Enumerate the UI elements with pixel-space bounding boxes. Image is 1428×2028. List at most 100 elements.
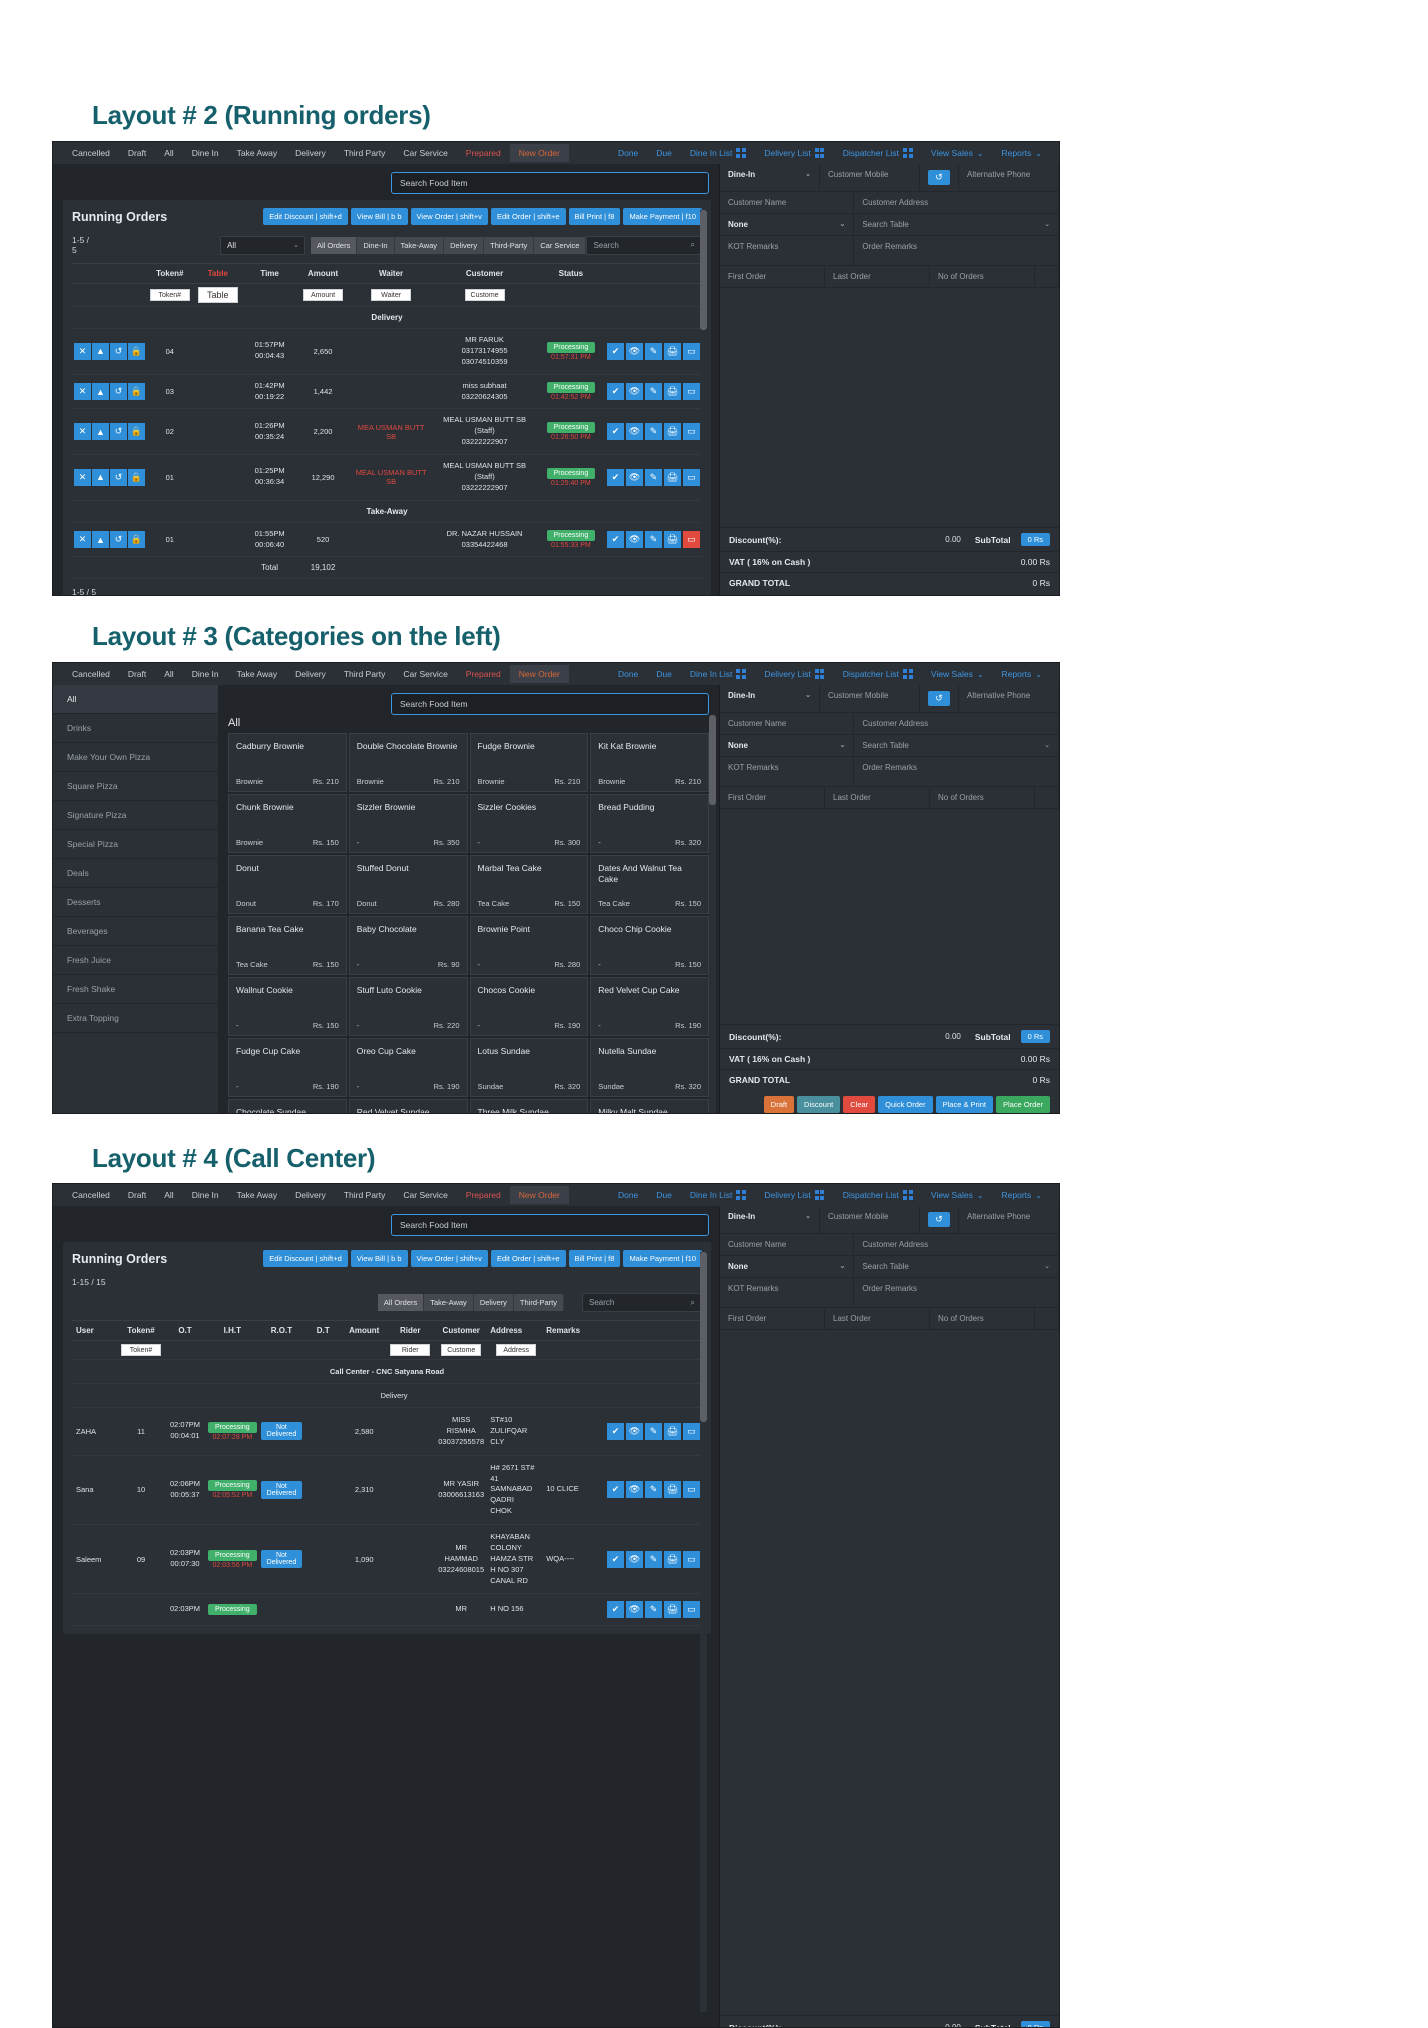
print-icon[interactable]: 🖨 (664, 468, 681, 486)
menu-item[interactable]: Oreo Cup Cake - Rs. 190 (348, 1038, 468, 1097)
table-row[interactable]: ✕ ▲ ↺ 🔒 03 01:42PM 00:19:22 1,442 miss s… (72, 374, 702, 410)
nav-delivery[interactable]: Delivery (286, 144, 335, 162)
check-icon[interactable]: ✔ (607, 1601, 624, 1619)
nav-all[interactable]: All (155, 665, 182, 683)
nav-third-party[interactable]: Third Party (335, 1186, 395, 1204)
nav-view-sales[interactable]: View Sales ⌄ (922, 665, 993, 683)
alternative-phone-field[interactable]: Alternative Phone (959, 685, 1059, 712)
col-ot[interactable]: O.T (164, 1320, 206, 1341)
customer-address-field[interactable]: Customer Address (854, 1234, 1059, 1255)
print-icon[interactable]: 🖨 (664, 342, 681, 360)
nav-dispatcher-list[interactable]: Dispatcher List (834, 665, 922, 683)
menu-item[interactable]: Banana Tea Cake Tea Cake Rs. 150 (228, 916, 347, 975)
order-remarks-field[interactable]: Order Remarks (854, 1278, 1059, 1307)
sidebar-item-signature-pizza[interactable]: Signature Pizza (53, 801, 218, 830)
menu-item[interactable]: Sizzler Cookies - Rs. 300 (469, 794, 589, 853)
sidebar-item-make-your-own-pizza[interactable]: Make Your Own Pizza (53, 743, 218, 772)
nav-take-away[interactable]: Take Away (228, 1186, 286, 1204)
edit-order-button[interactable]: Edit Order | shift+e (490, 1250, 566, 1267)
kot-remarks-field[interactable]: KOT Remarks (720, 1278, 855, 1307)
nav-cancelled[interactable]: Cancelled (63, 1186, 119, 1204)
place-order-button[interactable]: Place Order (995, 1096, 1050, 1113)
nav-all[interactable]: All (155, 1186, 182, 1204)
sidebar-item-fresh-juice[interactable]: Fresh Juice (53, 946, 218, 975)
eye-icon[interactable]: 👁 (626, 383, 643, 400)
nav-third-party[interactable]: Third Party (335, 665, 395, 683)
segment-third-party[interactable]: Third-Party (484, 236, 535, 254)
col-waiter[interactable]: Waiter (349, 263, 433, 284)
none-dropdown[interactable]: None ⌄ (720, 214, 855, 235)
search-table-field[interactable]: Search Table ⌄ (854, 214, 1059, 235)
undo-icon[interactable]: ↺ (110, 468, 127, 486)
up-arrow-icon[interactable]: ▲ (92, 531, 109, 548)
nav-view-sales[interactable]: View Sales ⌄ (922, 1186, 993, 1204)
print-icon[interactable]: 🖨 (664, 1550, 681, 1568)
menu-item[interactable]: Red Velvet Sundae (348, 1099, 468, 1113)
print-icon[interactable]: 🖨 (664, 1481, 681, 1499)
search-food-input[interactable]: Search Food Item (391, 1214, 709, 1236)
edit-order-button[interactable]: Edit Order | shift+e (490, 208, 566, 225)
menu-item[interactable]: Cadburry Brownie Brownie Rs. 210 (228, 733, 347, 792)
check-icon[interactable]: ✔ (607, 383, 624, 400)
cash-icon[interactable]: ▭ (683, 1550, 700, 1568)
check-icon[interactable]: ✔ (607, 1481, 624, 1499)
menu-item[interactable]: Marbal Tea Cake Tea Cake Rs. 150 (469, 855, 589, 914)
vertical-scrollbar[interactable] (700, 210, 707, 540)
segment-car-service[interactable]: Car Service (534, 236, 587, 254)
lock-icon[interactable]: 🔒 (128, 423, 145, 441)
nav-prepared[interactable]: Prepared (457, 665, 510, 683)
col-address[interactable]: Address (488, 1320, 545, 1341)
menu-item[interactable]: Stuffed Donut Donut Rs. 280 (348, 855, 468, 914)
discount-button[interactable]: Discount (797, 1096, 841, 1113)
search-table-field[interactable]: Search Table ⌄ (854, 735, 1059, 756)
pencil-icon[interactable]: ✎ (645, 1601, 662, 1619)
menu-item[interactable]: Choco Chip Cookie - Rs. 150 (590, 916, 709, 975)
col-amount[interactable]: Amount (296, 263, 350, 284)
customer-address-field[interactable]: Customer Address (854, 713, 1059, 734)
kot-remarks-field[interactable]: KOT Remarks (720, 757, 855, 786)
cash-icon[interactable]: ▭ (683, 468, 700, 486)
undo-icon[interactable]: ↺ (110, 383, 127, 400)
col-user[interactable]: User (72, 1320, 118, 1341)
orders-search-input[interactable]: Search ⌕ (582, 1293, 702, 1312)
menu-item[interactable]: Stuff Luto Cookie - Rs. 220 (348, 977, 468, 1036)
view-bill-button[interactable]: View Bill | b b (350, 1250, 408, 1267)
nav-new-order[interactable]: New Order (509, 144, 569, 162)
nav-reports[interactable]: Reports ⌄ (993, 665, 1051, 683)
nav-delivery[interactable]: Delivery (286, 1186, 335, 1204)
lock-icon[interactable]: 🔒 (128, 468, 145, 486)
nav-view-sales[interactable]: View Sales ⌄ (922, 144, 993, 162)
print-icon[interactable]: 🖨 (664, 531, 681, 548)
segment-third-party[interactable]: Third-Party (513, 1294, 564, 1311)
menu-item[interactable]: Wallnut Cookie - Rs. 150 (228, 977, 347, 1036)
print-icon[interactable]: 🖨 (664, 423, 681, 441)
pencil-icon[interactable]: ✎ (645, 468, 662, 486)
nav-due[interactable]: Due (647, 144, 681, 162)
nav-car-service[interactable]: Car Service (394, 665, 456, 683)
nav-due[interactable]: Due (647, 665, 681, 683)
table-row[interactable]: ✕ ▲ ↺ 🔒 02 01:26PM 00:35:24 2,200 MEA US… (72, 408, 702, 455)
customer-name-field[interactable]: Customer Name (720, 713, 855, 734)
edit-discount-button[interactable]: Edit Discount | shift+d (263, 1250, 348, 1267)
eye-icon[interactable]: 👁 (626, 1422, 643, 1440)
lock-icon[interactable]: 🔒 (128, 383, 145, 400)
nav-cancelled[interactable]: Cancelled (63, 665, 119, 683)
view-order-button[interactable]: View Order | shift+v (410, 208, 488, 225)
undo-icon[interactable]: ↺ (110, 423, 127, 441)
make-payment-button[interactable]: Make Payment | f10 (623, 1250, 702, 1267)
close-icon[interactable]: ✕ (74, 383, 91, 400)
check-icon[interactable]: ✔ (607, 468, 624, 486)
customer-mobile-field[interactable]: Customer Mobile (820, 164, 920, 191)
eye-icon[interactable]: 👁 (626, 342, 643, 360)
search-table-field[interactable]: Search Table ⌄ (854, 1256, 1059, 1277)
print-icon[interactable]: 🖨 (664, 1422, 681, 1440)
menu-item[interactable]: Bread Pudding - Rs. 320 (590, 794, 709, 853)
vertical-scroll-thumb[interactable] (700, 210, 707, 330)
refresh-icon[interactable]: ↺ (928, 1212, 950, 1227)
sidebar-item-drinks[interactable]: Drinks (53, 714, 218, 743)
clear-button[interactable]: Clear (843, 1096, 876, 1113)
nav-take-away[interactable]: Take Away (228, 665, 286, 683)
cash-icon[interactable]: ▭ (683, 423, 700, 441)
close-icon[interactable]: ✕ (74, 342, 91, 360)
vertical-scroll-thumb[interactable] (709, 715, 716, 805)
